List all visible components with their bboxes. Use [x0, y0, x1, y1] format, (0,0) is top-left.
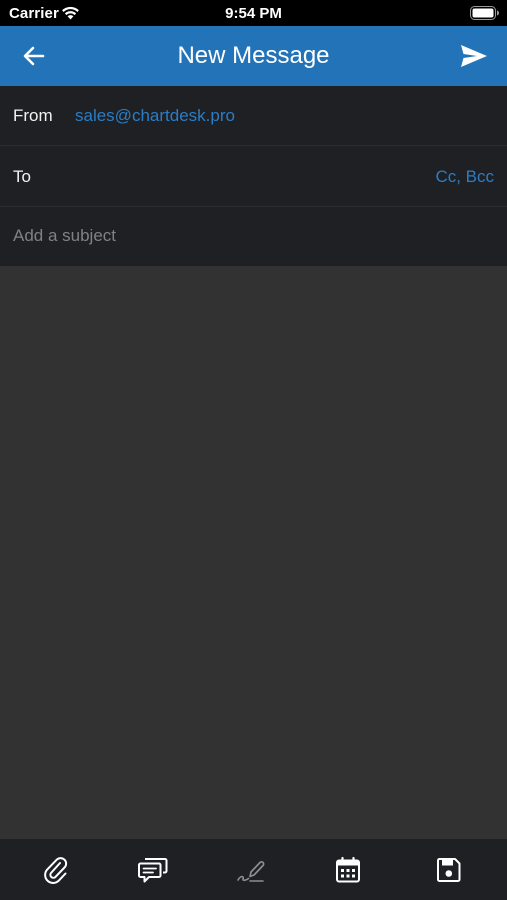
from-row[interactable]: From sales@chartdesk.pro: [0, 86, 507, 146]
back-button[interactable]: [18, 42, 50, 70]
compose-form: From sales@chartdesk.pro To Cc, Bcc: [0, 86, 507, 266]
battery-icon: [470, 6, 499, 20]
chat-bubbles-icon: [138, 858, 168, 883]
subject-row: [0, 208, 507, 266]
attach-button[interactable]: [39, 853, 73, 887]
message-body-input[interactable]: [0, 266, 507, 839]
status-bar: Carrier 9:54 PM: [0, 0, 507, 26]
subject-field[interactable]: [13, 216, 493, 256]
message-body: [0, 266, 507, 839]
signature-pen-icon: [237, 861, 265, 882]
cc-bcc-button[interactable]: Cc, Bcc: [435, 147, 494, 207]
arrow-left-icon: [23, 46, 45, 66]
page-title: New Message: [177, 42, 330, 69]
to-label: To: [13, 167, 31, 186]
paperclip-icon: [44, 857, 68, 884]
save-draft-button[interactable]: [432, 853, 466, 887]
send-icon: [461, 45, 487, 67]
bottom-toolbar: [0, 839, 507, 900]
quick-replies-button[interactable]: [136, 853, 170, 887]
to-row: To Cc, Bcc: [0, 147, 507, 207]
schedule-button[interactable]: [331, 853, 365, 887]
send-button[interactable]: [456, 40, 492, 72]
calendar-icon: [336, 856, 360, 883]
save-icon: [437, 858, 461, 882]
clock-time: 9:54 PM: [225, 5, 282, 22]
from-label: From: [13, 106, 53, 125]
from-address[interactable]: sales@chartdesk.pro: [75, 86, 235, 146]
compose-header: New Message: [0, 26, 507, 86]
signature-button[interactable]: [234, 853, 268, 887]
to-field[interactable]: [60, 157, 420, 197]
compose-screen: Carrier 9:54 PM New Message From sales@c…: [0, 0, 507, 900]
